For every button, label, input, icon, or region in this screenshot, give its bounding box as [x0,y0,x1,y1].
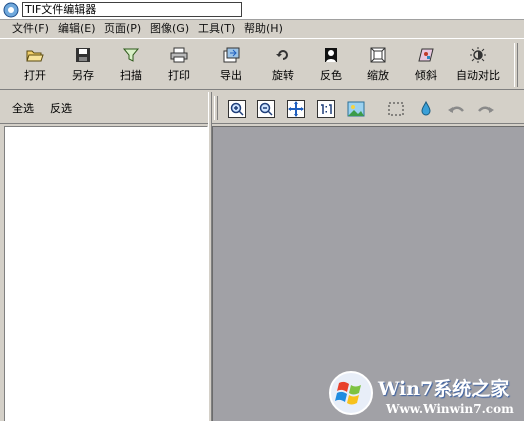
menu-help[interactable]: 帮助(H) [244,22,283,36]
skew-button[interactable]: 倾斜 [402,45,450,87]
zoom-in-button[interactable] [227,100,247,118]
printer-icon [170,47,188,63]
skew-icon [418,48,434,62]
fit-window-button[interactable] [286,100,306,118]
rotate-button[interactable]: 旋转 [259,45,307,87]
print-button[interactable]: 打印 [155,45,203,87]
zoom-out-button[interactable] [256,100,276,118]
invert-selection-button[interactable]: 反选 [50,100,72,116]
auto-contrast-label: 自动对比 [456,69,500,82]
print-label: 打印 [168,69,190,82]
menu-file[interactable]: 文件(F) [12,22,49,36]
open-label: 打开 [24,69,46,82]
export-icon [223,47,240,63]
open-button[interactable]: 打开 [11,45,59,87]
windows-logo-icon [329,371,373,415]
save-as-label: 另存 [72,69,94,82]
rotate-icon [276,50,288,60]
menu-image[interactable]: 图像(G) [150,22,189,36]
select-rect-icon [388,102,404,116]
export-label: 导出 [220,69,242,82]
auto-contrast-button[interactable]: 自动对比 [452,45,504,87]
resize-button[interactable]: 缩放 [354,45,402,87]
undo-button[interactable] [446,100,466,118]
watermark: Win7系统之家 Www.Winwin7.com [328,368,524,421]
file-list[interactable] [4,126,208,421]
watermark-url: Www.Winwin7.com [386,402,514,416]
menu-bar: 文件(F) 编辑(E) 页面(P) 图像(G) 工具(T) 帮助(H) [0,20,524,38]
redo-button[interactable] [476,100,496,118]
window-title: TIF文件编辑器 [22,2,242,17]
invert-color-icon [325,48,337,62]
title-bar: TIF文件编辑器 [0,0,524,20]
menu-page[interactable]: 页面(P) [104,22,141,36]
scan-label: 扫描 [120,69,142,82]
skew-label: 倾斜 [415,69,437,82]
view-toolbar-grip[interactable] [214,96,218,120]
redo-icon [478,106,494,113]
file-list-header: 全选 反选 [0,92,208,124]
view-toolbar [212,92,524,124]
export-button[interactable]: 导出 [207,45,255,87]
zoom-in-icon [228,100,246,118]
toolbar-grip[interactable] [514,43,518,87]
undo-icon [448,106,464,113]
resize-label: 缩放 [367,69,389,82]
app-icon [3,2,19,18]
menu-tools[interactable]: 工具(T) [198,22,235,36]
save-as-button[interactable]: 另存 [59,45,107,87]
scan-icon [122,48,140,62]
main-toolbar: 打开 另存 扫描 打印 导出 旋转 反色 缩放 倾斜 自动对比 [0,38,524,90]
scan-button[interactable]: 扫描 [107,45,155,87]
resize-icon [370,47,386,63]
eyedropper-button[interactable] [416,100,436,118]
fit-image-icon [347,101,365,117]
fit-image-button[interactable] [346,100,366,118]
auto-contrast-icon [470,47,486,63]
invert-label: 反色 [320,69,342,82]
invert-button[interactable]: 反色 [307,45,355,87]
select-all-button[interactable]: 全选 [12,100,34,116]
open-folder-icon [26,50,44,62]
watermark-brand: Win7系统之家 [378,378,510,400]
fit-window-icon [287,100,305,118]
actual-size-icon [317,100,335,118]
rotate-label: 旋转 [272,69,294,82]
actual-size-button[interactable] [316,100,336,118]
select-rect-button[interactable] [386,100,406,118]
zoom-out-icon [257,100,275,118]
save-disk-icon [76,48,90,62]
menu-edit[interactable]: 编辑(E) [58,22,96,36]
eyedropper-icon [421,100,431,116]
